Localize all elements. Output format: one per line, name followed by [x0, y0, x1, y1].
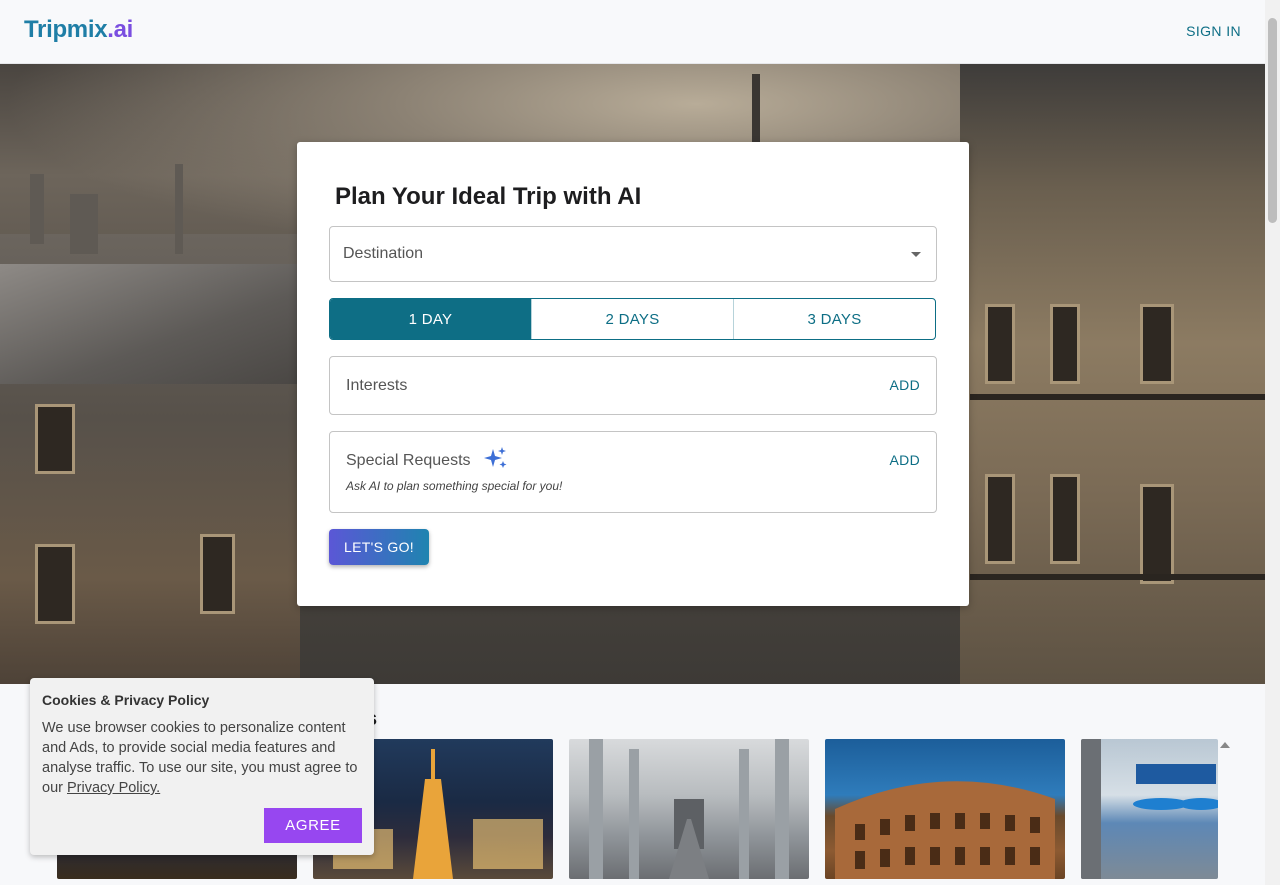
balcony-rail — [970, 574, 1265, 580]
chimney — [30, 174, 44, 244]
eiffel-tower-silhouette — [752, 74, 760, 144]
agree-button[interactable]: AGREE — [264, 808, 362, 843]
sign-in-button[interactable]: SIGN IN — [1186, 23, 1241, 39]
interests-label: Interests — [346, 377, 408, 394]
logo-text-main: Tripmix — [24, 16, 108, 43]
logo[interactable]: Tripmix.ai — [24, 16, 133, 44]
hero-window — [1140, 484, 1174, 584]
chimney — [175, 164, 183, 254]
logo-text-suffix: .ai — [107, 16, 134, 43]
day-option-1[interactable]: 1 DAY — [330, 299, 531, 339]
dropdown-caret-icon — [911, 252, 921, 257]
hero-window — [1050, 304, 1080, 384]
carousel-scroll-up-icon[interactable] — [1220, 742, 1230, 748]
special-requests-label: Special Requests — [346, 452, 471, 469]
interests-add-button[interactable]: ADD — [890, 377, 920, 393]
hero-window — [35, 404, 75, 474]
bridge-image — [589, 739, 789, 879]
page-scrollbar[interactable] — [1265, 0, 1280, 885]
cookie-title: Cookies & Privacy Policy — [42, 692, 210, 708]
special-requests-field[interactable]: Special Requests Ask AI to plan somethin… — [329, 431, 937, 513]
hero-roof-left — [0, 264, 300, 384]
page-scrollbar-thumb[interactable] — [1268, 18, 1277, 223]
cookie-banner: Cookies & Privacy Policy We use browser … — [30, 678, 374, 855]
balcony-rail — [970, 394, 1265, 400]
hero-window — [1050, 474, 1080, 564]
top-header: Tripmix.ai SIGN IN — [0, 0, 1265, 64]
hero-window — [985, 304, 1015, 384]
colosseum-image — [835, 781, 1055, 879]
destination-select[interactable]: Destination — [329, 226, 937, 282]
hero-window — [1140, 304, 1174, 384]
privacy-policy-link[interactable]: Privacy Policy. — [67, 780, 160, 796]
planner-title: Plan Your Ideal Trip with AI — [329, 182, 641, 211]
destination-card[interactable] — [569, 739, 809, 879]
destination-card[interactable] — [1081, 739, 1218, 879]
special-requests-hint: Ask AI to plan something special for you… — [346, 479, 563, 493]
planner-title-text: Plan Your Ideal Trip with AI — [335, 183, 642, 210]
destination-label: Destination — [343, 245, 424, 262]
special-requests-add-button[interactable]: ADD — [890, 452, 920, 468]
chimney — [70, 194, 98, 254]
hero-window — [985, 474, 1015, 564]
interests-field[interactable]: Interests ADD — [329, 356, 937, 415]
cookie-body: We use browser cookies to personalize co… — [42, 718, 364, 798]
sparkle-icon — [484, 446, 508, 475]
destination-card[interactable] — [825, 739, 1065, 879]
hero-window — [200, 534, 235, 614]
day-option-2[interactable]: 2 DAYS — [531, 299, 733, 339]
day-option-3[interactable]: 3 DAYS — [733, 299, 935, 339]
hero-window — [35, 544, 75, 624]
day-toggle-group: 1 DAY 2 DAYS 3 DAYS — [329, 298, 936, 340]
trip-planner-card: Plan Your Ideal Trip with AI Destination… — [297, 142, 969, 606]
lets-go-button[interactable]: LET'S GO! — [329, 529, 429, 565]
restaurant-street-image — [1081, 739, 1218, 879]
